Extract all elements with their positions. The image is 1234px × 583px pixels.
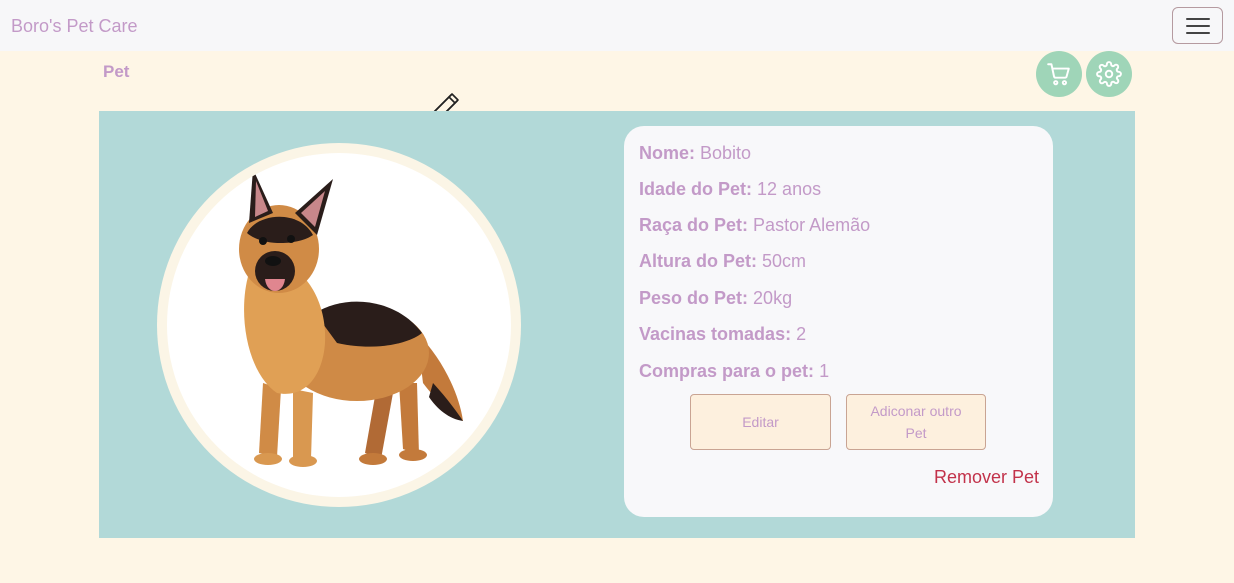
page-title: Pet bbox=[103, 62, 130, 81]
cart-icon bbox=[1047, 63, 1070, 86]
add-pet-button[interactable]: Adiconar outro Pet bbox=[846, 394, 986, 450]
edit-button[interactable]: Editar bbox=[690, 394, 831, 450]
remove-pet-link[interactable]: Remover Pet bbox=[934, 467, 1039, 488]
pet-name-row: Nome: Bobito bbox=[639, 143, 752, 163]
cart-button[interactable] bbox=[1036, 51, 1082, 97]
pet-info-panel: Nome: Bobito Idade do Pet: 12 anos Raça … bbox=[624, 126, 1053, 517]
gear-icon bbox=[1096, 61, 1122, 87]
pet-card: Nome: Bobito Idade do Pet: 12 anos Raça … bbox=[99, 111, 1135, 538]
menu-toggle-button[interactable] bbox=[1172, 7, 1223, 44]
brand-link[interactable]: Boro's Pet Care bbox=[11, 16, 138, 37]
pet-photo bbox=[167, 153, 511, 497]
hamburger-icon bbox=[1186, 18, 1210, 20]
german-shepherd-dog-image bbox=[239, 169, 463, 467]
pet-height-row: Altura do Pet: 50cm bbox=[639, 251, 807, 271]
settings-button[interactable] bbox=[1086, 51, 1132, 97]
pet-photo-frame bbox=[157, 143, 521, 507]
pet-breed-row: Raça do Pet: Pastor Alemão bbox=[639, 215, 871, 235]
navbar: Boro's Pet Care bbox=[0, 0, 1234, 51]
pet-weight-row: Peso do Pet: 20kg bbox=[639, 288, 793, 308]
pet-age-row: Idade do Pet: 12 anos bbox=[639, 179, 822, 199]
pet-vaccines-row: Vacinas tomadas: 2 bbox=[639, 324, 807, 344]
pet-purchases-row: Compras para o pet: 1 bbox=[639, 361, 830, 381]
